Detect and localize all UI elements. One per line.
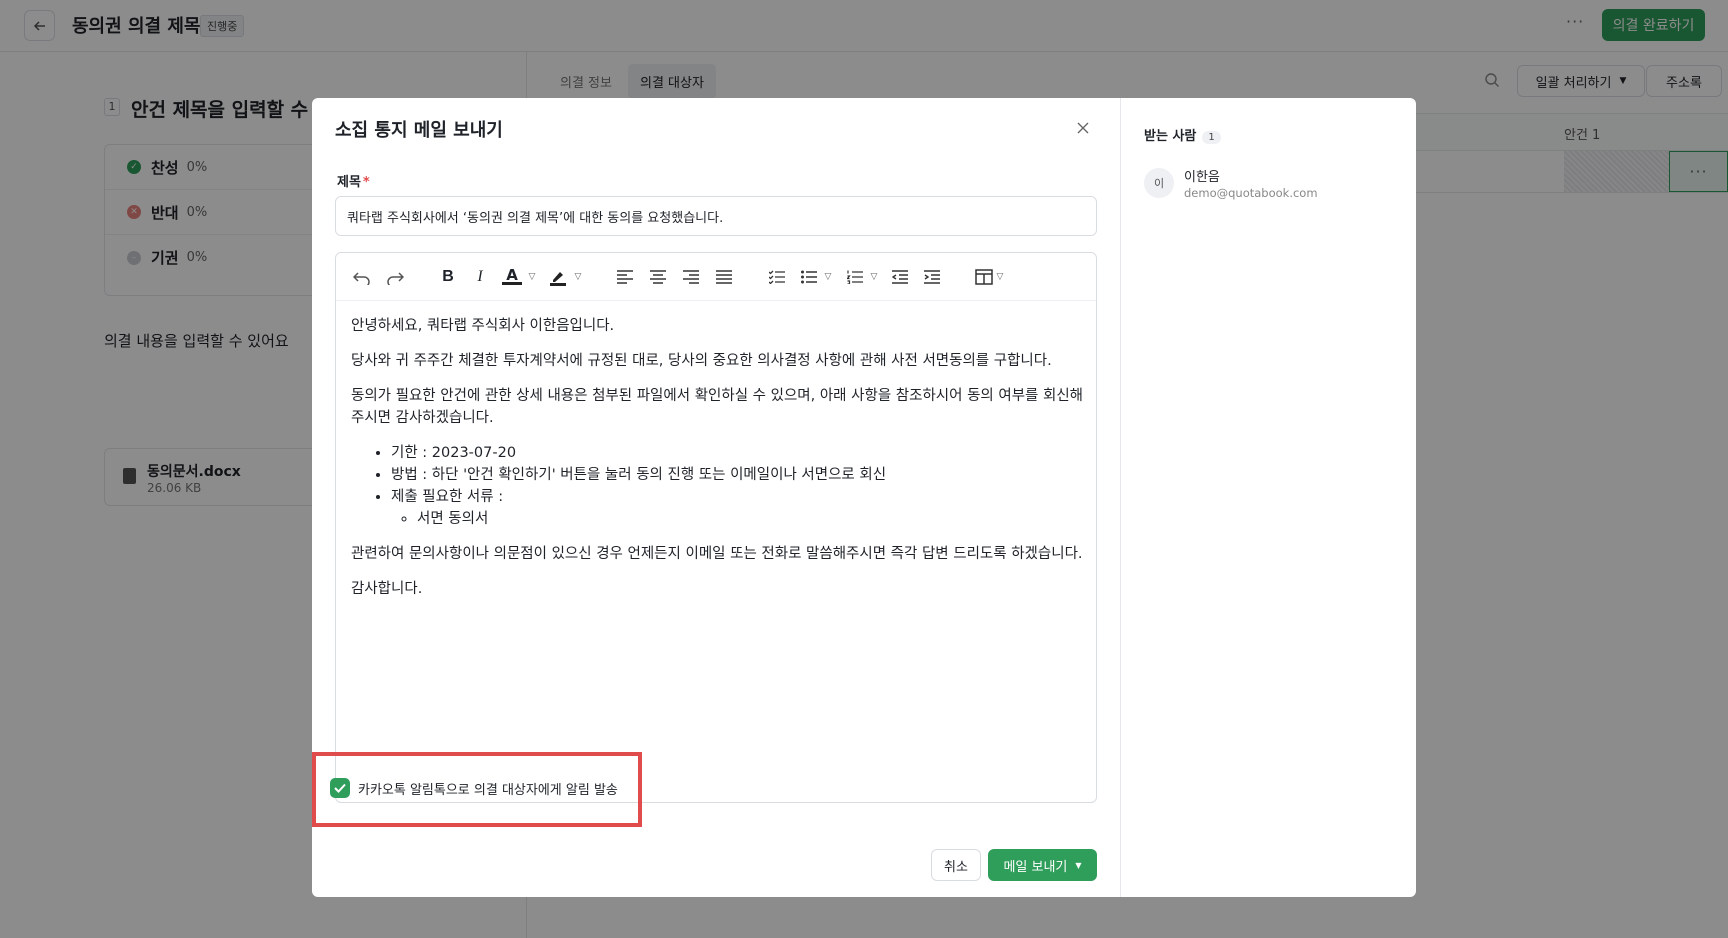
kakao-notification-option[interactable]: 카카오톡 알림톡으로 의결 대상자에게 알림 발송 xyxy=(312,752,642,827)
text-color-icon[interactable]: A xyxy=(502,266,522,285)
bullet-list-icon[interactable] xyxy=(800,267,818,287)
recipients-panel: 받는 사람 1 이 이한음 demo@quotabook.com xyxy=(1120,98,1416,897)
send-notice-mail-modal: 소집 통지 메일 보내기 제목* B I A ▽ ▽ ▽ xyxy=(312,98,1416,897)
italic-icon[interactable]: I xyxy=(471,267,489,287)
subject-label: 제목 * xyxy=(337,171,370,190)
modal-title: 소집 통지 메일 보내기 xyxy=(335,120,503,141)
align-right-icon[interactable] xyxy=(682,267,700,287)
check-icon xyxy=(334,783,346,793)
align-left-icon[interactable] xyxy=(616,267,634,287)
list-item: 서면 동의서 xyxy=(417,508,1086,530)
kakao-label: 카카오톡 알림톡으로 의결 대상자에게 알림 발송 xyxy=(358,783,618,798)
editor-toolbar: B I A ▽ ▽ ▽ ▽ ▽ xyxy=(336,253,1096,301)
undo-icon[interactable] xyxy=(352,267,372,287)
mail-paragraph: 동의가 필요한 안건에 관한 상세 내용은 첨부된 파일에서 확인하실 수 있으… xyxy=(351,388,1084,426)
subject-input[interactable] xyxy=(335,196,1097,236)
subject-label-text: 제목 xyxy=(337,175,361,190)
recipients-count: 1 xyxy=(1202,131,1221,144)
recipient-email: demo@quotabook.com xyxy=(1184,186,1318,200)
list-item: 제출 필요한 서류 : 서면 동의서 xyxy=(391,486,1086,530)
mail-body-content[interactable]: 안녕하세요, 쿼타랩 주식회사 이한음입니다. 당사와 귀 주주간 체결한 투자… xyxy=(351,315,1086,613)
highlight-icon[interactable] xyxy=(548,267,568,287)
recipients-title-text: 받는 사람 xyxy=(1144,129,1197,144)
mail-body-editor[interactable]: B I A ▽ ▽ ▽ ▽ ▽ 안녕하세요, 쿼타랩 주식회사 이한음입니다. … xyxy=(335,252,1097,803)
kakao-checkbox[interactable] xyxy=(330,778,350,798)
chevron-down-icon[interactable]: ▽ xyxy=(994,267,1006,287)
checklist-icon[interactable] xyxy=(768,267,786,287)
close-icon[interactable] xyxy=(1073,118,1093,138)
mail-paragraph: 당사와 귀 주주간 체결한 투자계약서에 규정된 대로, 당사의 중요한 의사결… xyxy=(351,353,1052,369)
modal-main: 소집 통지 메일 보내기 제목* B I A ▽ ▽ ▽ xyxy=(312,98,1120,897)
bold-icon[interactable]: B xyxy=(439,267,457,287)
chevron-down-icon[interactable]: ▽ xyxy=(526,267,538,287)
outdent-icon[interactable] xyxy=(891,267,909,287)
mail-paragraph: 관련하여 문의사항이나 의문점이 있으신 경우 언제든지 이메일 또는 전화로 … xyxy=(351,546,1083,562)
required-mark: * xyxy=(362,175,370,190)
list-item: 기한 : 2023-07-20 xyxy=(391,442,1086,464)
chevron-down-icon[interactable]: ▽ xyxy=(822,267,834,287)
redo-icon[interactable] xyxy=(385,267,405,287)
send-mail-button[interactable]: 메일 보내기 ▼ xyxy=(988,849,1097,881)
indent-icon[interactable] xyxy=(923,267,941,287)
cancel-button[interactable]: 취소 xyxy=(931,849,981,881)
mail-sub-list: 서면 동의서 xyxy=(417,508,1086,530)
mail-bullet-list: 기한 : 2023-07-20 방법 : 하단 '안건 확인하기' 버튼을 눌러… xyxy=(391,442,1086,530)
send-mail-label: 메일 보내기 xyxy=(1003,859,1068,875)
mail-closing: 감사합니다. xyxy=(351,581,423,597)
chevron-down-icon[interactable]: ▽ xyxy=(572,267,584,287)
table-icon[interactable] xyxy=(974,267,994,287)
caret-down-icon[interactable]: ▼ xyxy=(1075,861,1081,870)
list-item: 방법 : 하단 '안건 확인하기' 버튼을 눌러 동의 진행 또는 이메일이나 … xyxy=(391,464,1086,486)
recipients-title: 받는 사람 1 xyxy=(1144,125,1221,144)
list-item-text: 제출 필요한 서류 : xyxy=(391,489,504,505)
mail-greeting: 안녕하세요, 쿼타랩 주식회사 이한음입니다. xyxy=(351,318,615,334)
avatar: 이 xyxy=(1144,168,1174,198)
recipient-name: 이한음 xyxy=(1184,170,1220,185)
align-justify-icon[interactable] xyxy=(715,267,733,287)
numbered-list-icon[interactable] xyxy=(846,267,864,287)
align-center-icon[interactable] xyxy=(649,267,667,287)
chevron-down-icon[interactable]: ▽ xyxy=(868,267,880,287)
